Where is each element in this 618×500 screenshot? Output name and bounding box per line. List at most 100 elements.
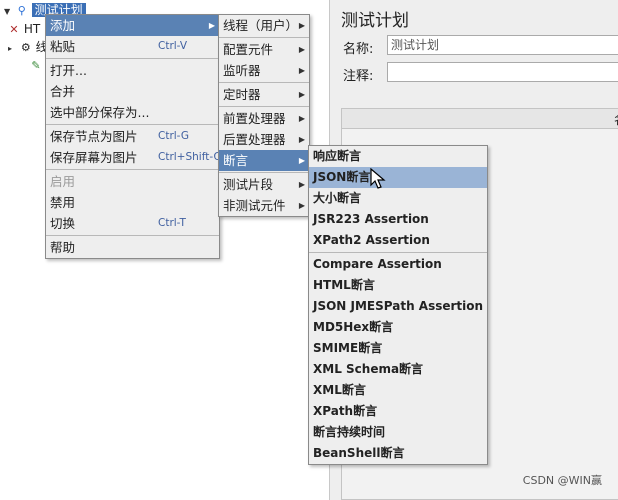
- submenu-arrow-icon: ▶: [298, 45, 305, 54]
- menu-item-non-test-elements[interactable]: 非测试元件 ▶: [219, 195, 309, 216]
- menu-item-label: XML断言: [313, 383, 366, 397]
- test-plan-icon: ⚲: [17, 4, 26, 17]
- menu-separator: [46, 169, 219, 170]
- menu-item-save-screen-image[interactable]: 保存屏幕为图片 Ctrl+Shift-G: [46, 147, 222, 168]
- pencil-icon: ✎: [31, 59, 41, 72]
- menu-item-label: 禁用: [50, 195, 76, 210]
- menu-item-label: 保存屏幕为图片: [50, 150, 138, 165]
- menu-item-label: JSR223 Assertion: [313, 212, 429, 226]
- menu-item-label: 定时器: [223, 87, 261, 102]
- menu-item-compare-assertion[interactable]: Compare Assertion: [309, 254, 487, 275]
- menu-separator: [309, 252, 487, 253]
- menu-item-jsr223-assertion[interactable]: JSR223 Assertion: [309, 209, 487, 230]
- menu-item-timer[interactable]: 定时器 ▶: [219, 84, 309, 105]
- menu-item-label: JSON断言: [313, 170, 371, 184]
- menu-item-label: 响应断言: [313, 149, 362, 163]
- menu-separator: [46, 235, 219, 236]
- submenu-arrow-icon: ▶: [298, 90, 305, 99]
- menu-item-label: HTML断言: [313, 278, 375, 292]
- menu-separator: [219, 82, 309, 83]
- menu-item-xpath2-assertion[interactable]: XPath2 Assertion: [309, 230, 487, 251]
- menu-item-label: 切换: [50, 216, 76, 231]
- menu-item-label: 选中部分保存为...: [50, 105, 150, 120]
- menu-item-label: 添加: [50, 18, 76, 33]
- menu-item-md5hex-assertion[interactable]: MD5Hex断言: [309, 317, 487, 338]
- menu-item-label: 合并: [50, 84, 76, 99]
- menu-item-label: 启用: [50, 174, 76, 189]
- menu-item-label: 保存节点为图片: [50, 129, 138, 144]
- menu-item-label: SMIME断言: [313, 341, 383, 355]
- menu-item-label: MD5Hex断言: [313, 320, 394, 334]
- collapse-icon[interactable]: ▼: [4, 3, 12, 21]
- menu-item-response-assertion[interactable]: 响应断言: [309, 146, 487, 167]
- menu-item-shortcut: Ctrl-G: [158, 130, 189, 142]
- submenu-arrow-icon: ▶: [298, 114, 305, 123]
- menu-item-assertion[interactable]: 断言 ▶: [219, 150, 309, 171]
- menu-item-duration-assertion[interactable]: 断言持续时间: [309, 422, 487, 443]
- tree-node-label: HT: [23, 22, 41, 36]
- menu-item-size-assertion[interactable]: 大小断言: [309, 188, 487, 209]
- menu-item-save-selection[interactable]: 选中部分保存为...: [46, 102, 219, 123]
- http-icon: ✕: [9, 23, 19, 36]
- menu-item-json-assertion[interactable]: JSON断言: [309, 167, 487, 188]
- menu-item-label: 粘贴: [50, 39, 76, 54]
- menu-item-label: 断言持续时间: [313, 425, 386, 439]
- menu-item-label: 大小断言: [313, 191, 362, 205]
- menu-item-disable[interactable]: 禁用: [46, 192, 219, 213]
- menu-item-xml-assertion[interactable]: XML断言: [309, 380, 487, 401]
- menu-item-xml-schema-assertion[interactable]: XML Schema断言: [309, 359, 487, 380]
- menu-item-html-assertion[interactable]: HTML断言: [309, 275, 487, 296]
- menu-item-label: XML Schema断言: [313, 362, 424, 376]
- submenu-arrow-icon: ▶: [298, 201, 305, 210]
- submenu-arrow-icon: ▶: [298, 156, 305, 165]
- page-title: 测试计划: [341, 11, 409, 31]
- menu-item-label: Compare Assertion: [313, 257, 442, 271]
- menu-item-config-element[interactable]: 配置元件 ▶: [219, 39, 309, 60]
- menu-item-open[interactable]: 打开...: [46, 60, 219, 81]
- tree-node-http[interactable]: ✕ HT: [8, 20, 40, 38]
- name-label: 名称:: [343, 42, 374, 57]
- tree-node-thread-group[interactable]: ▸ ⚙ 线: [8, 38, 48, 56]
- menu-item-jmespath-assertion[interactable]: JSON JMESPath Assertion: [309, 296, 487, 317]
- menu-item-label: JSON JMESPath Assertion: [313, 299, 484, 313]
- menu-separator: [219, 172, 309, 173]
- comment-field[interactable]: [387, 62, 618, 82]
- menu-item-label: 后置处理器: [223, 132, 286, 147]
- menu-item-smime-assertion[interactable]: SMIME断言: [309, 338, 487, 359]
- menu-separator: [46, 58, 219, 59]
- menu-item-enable[interactable]: 启用: [46, 171, 219, 192]
- table-column-name[interactable]: 名: [614, 111, 618, 128]
- menu-item-pre-processor[interactable]: 前置处理器 ▶: [219, 108, 309, 129]
- submenu-arrow-icon: ▶: [298, 21, 305, 30]
- submenu-arrow-icon: ▶: [298, 135, 305, 144]
- menu-item-label: 帮助: [50, 240, 76, 255]
- comment-label: 注释:: [343, 69, 374, 84]
- menu-item-post-processor[interactable]: 后置处理器 ▶: [219, 129, 309, 150]
- menu-item-shortcut: Ctrl-V: [158, 40, 188, 52]
- menu-item-merge[interactable]: 合并: [46, 81, 219, 102]
- submenu-arrow-icon: ▶: [298, 180, 305, 189]
- menu-item-test-fragment[interactable]: 测试片段 ▶: [219, 174, 309, 195]
- menu-item-shortcut: Ctrl+Shift-G: [158, 151, 222, 163]
- menu-item-listener[interactable]: 监听器 ▶: [219, 60, 309, 81]
- menu-item-save-node-image[interactable]: 保存节点为图片 Ctrl-G: [46, 126, 219, 147]
- table-header: 名: [342, 109, 618, 129]
- menu-item-label: 测试片段: [223, 177, 274, 192]
- menu-separator: [46, 124, 219, 125]
- assertion-submenu: 响应断言 JSON断言 大小断言 JSR223 Assertion XPath2…: [308, 145, 488, 465]
- menu-item-label: 线程（用户）: [223, 18, 299, 33]
- menu-item-help[interactable]: 帮助: [46, 237, 219, 258]
- menu-item-xpath-assertion[interactable]: XPath断言: [309, 401, 487, 422]
- name-field[interactable]: 测试计划: [387, 35, 618, 55]
- menu-item-label: XPath断言: [313, 404, 378, 418]
- menu-item-add[interactable]: 添加 ▶: [46, 15, 219, 36]
- menu-item-label: 打开...: [50, 63, 87, 78]
- menu-item-beanshell-assertion[interactable]: BeanShell断言: [309, 443, 487, 464]
- menu-item-toggle[interactable]: 切换 Ctrl-T: [46, 213, 219, 234]
- menu-item-shortcut: Ctrl-T: [158, 217, 186, 229]
- menu-item-threads[interactable]: 线程（用户） ▶: [219, 15, 309, 36]
- expand-icon[interactable]: ▸: [8, 40, 16, 58]
- menu-item-paste[interactable]: 粘贴 Ctrl-V: [46, 36, 219, 57]
- tree-node-sampler[interactable]: ✎: [30, 56, 42, 74]
- watermark: CSDN @WIN赢: [522, 474, 602, 487]
